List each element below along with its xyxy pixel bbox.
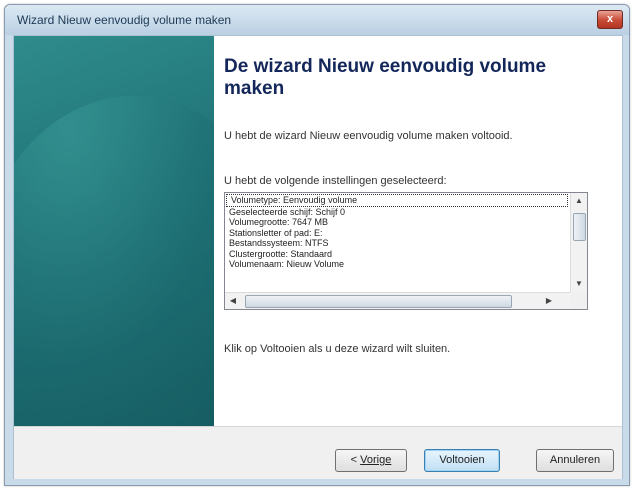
cancel-button[interactable]: Annuleren — [536, 449, 614, 472]
list-item[interactable]: Bestandssysteem: NTFS — [225, 238, 570, 249]
back-button[interactable]: < Vorige — [335, 449, 407, 472]
wizard-side-banner — [14, 36, 214, 426]
scroll-right-icon[interactable]: ▶ — [541, 293, 557, 309]
vertical-scroll-thumb[interactable] — [573, 213, 586, 241]
list-item[interactable]: Stationsletter of pad: E: — [225, 228, 570, 239]
vertical-scrollbar[interactable]: ▲ ▼ — [570, 193, 587, 292]
finish-button[interactable]: Voltooien — [424, 449, 500, 472]
completed-text: U hebt de wizard Nieuw eenvoudig volume … — [224, 130, 513, 142]
close-button[interactable]: x — [597, 10, 623, 29]
close-hint: Klik op Voltooien als u deze wizard wilt… — [224, 343, 451, 355]
scrollbar-corner — [570, 292, 587, 309]
scroll-down-icon[interactable]: ▼ — [571, 276, 587, 292]
wizard-client-area: De wizard Nieuw eenvoudig volume maken U… — [13, 35, 623, 479]
window-title: Wizard Nieuw eenvoudig volume maken — [17, 13, 232, 27]
settings-listbox[interactable]: Volumetype: Eenvoudig volume Geselecteer… — [224, 192, 588, 310]
button-bar: < Vorige Voltooien Annuleren — [14, 426, 622, 479]
scroll-left-icon[interactable]: ◀ — [225, 293, 241, 309]
scroll-up-icon[interactable]: ▲ — [571, 193, 587, 209]
list-item[interactable]: Volumenaam: Nieuw Volume — [225, 259, 570, 270]
wizard-content: De wizard Nieuw eenvoudig volume maken U… — [214, 36, 622, 426]
wizard-window: Wizard Nieuw eenvoudig volume maken x De… — [4, 4, 630, 486]
settings-list: Volumetype: Eenvoudig volume Geselecteer… — [225, 193, 570, 292]
back-button-prefix: < — [350, 454, 361, 466]
horizontal-scrollbar[interactable]: ◀ ▶ — [225, 292, 570, 309]
list-item[interactable]: Clustergrootte: Standaard — [225, 249, 570, 260]
page-title: De wizard Nieuw eenvoudig volume maken — [224, 56, 547, 99]
list-item[interactable]: Geselecteerde schijf: Schijf 0 — [225, 207, 570, 218]
title-bar[interactable]: Wizard Nieuw eenvoudig volume maken x — [5, 5, 629, 35]
banner-decoration — [14, 96, 214, 426]
horizontal-scroll-thumb[interactable] — [245, 295, 512, 308]
settings-intro: U hebt de volgende instellingen geselect… — [224, 175, 447, 187]
list-item[interactable]: Volumetype: Eenvoudig volume — [226, 194, 568, 207]
back-button-label: Vorige — [360, 454, 392, 466]
list-item[interactable]: Volumegrootte: 7647 MB — [225, 217, 570, 228]
